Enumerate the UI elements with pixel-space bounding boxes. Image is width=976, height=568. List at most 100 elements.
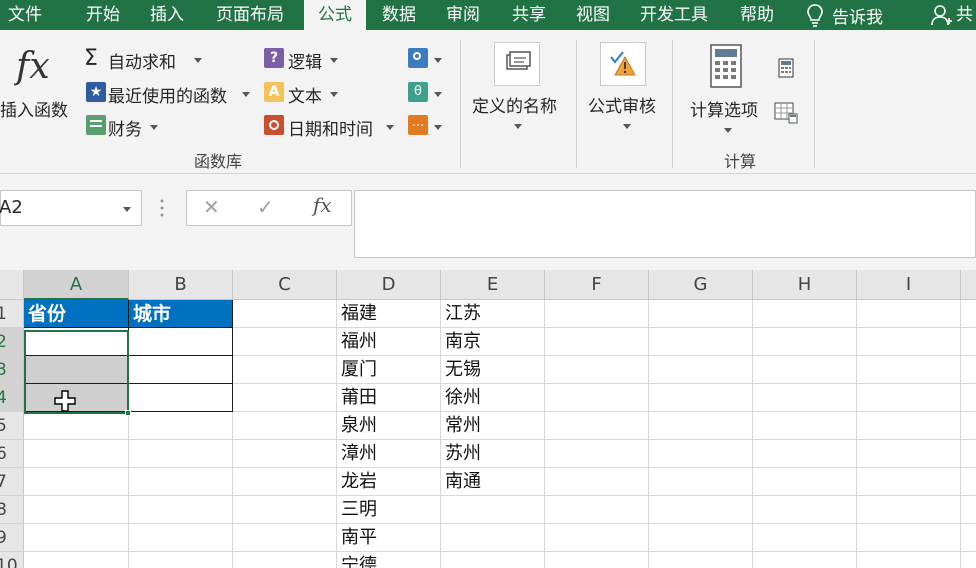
user-icon[interactable]	[930, 3, 952, 27]
cell-f5[interactable]	[545, 412, 649, 440]
cell-d2[interactable]: 福州	[337, 328, 441, 356]
cell-f3[interactable]	[545, 356, 649, 384]
lookup-reference-button[interactable]	[408, 46, 448, 72]
cell-d7[interactable]: 龙岩	[337, 468, 441, 496]
logical-button[interactable]: ? 逻辑	[264, 46, 354, 73]
cell-e10[interactable]	[441, 552, 545, 568]
select-all-corner[interactable]	[0, 270, 24, 300]
cell-c5[interactable]	[233, 412, 337, 440]
autosum-button[interactable]: Σ 自动求和	[84, 46, 214, 73]
cell-a10[interactable]	[24, 552, 129, 568]
cell-a8[interactable]	[24, 496, 129, 524]
column-header-i[interactable]: I	[857, 270, 961, 300]
cell-i6[interactable]	[857, 440, 961, 468]
cell-d8[interactable]: 三明	[337, 496, 441, 524]
splitter-dots-icon[interactable]	[160, 198, 164, 218]
cell-c10[interactable]	[233, 552, 337, 568]
cell-e1[interactable]: 江苏	[441, 300, 545, 328]
cell-h7[interactable]	[753, 468, 857, 496]
cell-d10[interactable]: 宁德	[337, 552, 441, 568]
row-header-6[interactable]: 6	[0, 440, 24, 468]
cell-i4[interactable]	[857, 384, 961, 412]
cell-i8[interactable]	[857, 496, 961, 524]
cell-a5[interactable]	[24, 412, 129, 440]
cell-f7[interactable]	[545, 468, 649, 496]
cell-h9[interactable]	[753, 524, 857, 552]
row-header-8[interactable]: 8	[0, 496, 24, 524]
cell-e8[interactable]	[441, 496, 545, 524]
cell-f4[interactable]	[545, 384, 649, 412]
cell-h3[interactable]	[753, 356, 857, 384]
column-header-b[interactable]: B	[129, 270, 233, 300]
column-header-j[interactable]	[961, 270, 976, 300]
cancel-icon[interactable]: ✕	[203, 195, 220, 219]
cell-j10[interactable]	[961, 552, 976, 568]
cell-g7[interactable]	[649, 468, 753, 496]
tab-review[interactable]: 审阅	[446, 0, 480, 30]
cell-c6[interactable]	[233, 440, 337, 468]
cell-g9[interactable]	[649, 524, 753, 552]
cell-d5[interactable]: 泉州	[337, 412, 441, 440]
cell-f10[interactable]	[545, 552, 649, 568]
cell-e7[interactable]: 南通	[441, 468, 545, 496]
cell-b3[interactable]	[129, 356, 233, 384]
cell-e2[interactable]: 南京	[441, 328, 545, 356]
row-header-3[interactable]: 3	[0, 356, 24, 384]
formula-input[interactable]	[354, 190, 976, 258]
cell-g3[interactable]	[649, 356, 753, 384]
cell-f2[interactable]	[545, 328, 649, 356]
cell-f1[interactable]	[545, 300, 649, 328]
cell-c4[interactable]	[233, 384, 337, 412]
cell-h10[interactable]	[753, 552, 857, 568]
insert-function-button[interactable]: fx 插入函数	[0, 40, 76, 130]
name-box[interactable]: A2	[0, 190, 142, 226]
tab-help[interactable]: 帮助	[740, 0, 774, 30]
cell-i10[interactable]	[857, 552, 961, 568]
tab-view[interactable]: 视图	[576, 0, 610, 30]
cell-e6[interactable]: 苏州	[441, 440, 545, 468]
cell-a1[interactable]: 省份	[24, 300, 129, 328]
cell-j1[interactable]	[961, 300, 976, 328]
cell-d1[interactable]: 福建	[337, 300, 441, 328]
cell-a3[interactable]	[24, 356, 129, 384]
cell-j6[interactable]	[961, 440, 976, 468]
cell-i3[interactable]	[857, 356, 961, 384]
row-header-9[interactable]: 9	[0, 524, 24, 552]
cell-g4[interactable]	[649, 384, 753, 412]
more-functions-button[interactable]: …	[408, 113, 448, 139]
cell-i1[interactable]	[857, 300, 961, 328]
cell-e9[interactable]	[441, 524, 545, 552]
cell-e3[interactable]: 无锡	[441, 356, 545, 384]
column-header-e[interactable]: E	[441, 270, 545, 300]
datetime-button[interactable]: 日期和时间	[264, 113, 396, 140]
share-label[interactable]: 共	[956, 0, 973, 30]
cell-h6[interactable]	[753, 440, 857, 468]
row-header-5[interactable]: 5	[0, 412, 24, 440]
cell-a6[interactable]	[24, 440, 129, 468]
cell-f8[interactable]	[545, 496, 649, 524]
cell-d3[interactable]: 厦门	[337, 356, 441, 384]
financial-button[interactable]: 财务	[84, 113, 174, 140]
column-header-g[interactable]: G	[649, 270, 753, 300]
cell-j4[interactable]	[961, 384, 976, 412]
calc-options-button[interactable]: 计算选项	[686, 40, 770, 140]
cell-i7[interactable]	[857, 468, 961, 496]
cell-d9[interactable]: 南平	[337, 524, 441, 552]
text-button[interactable]: A 文本	[264, 80, 354, 107]
cell-h8[interactable]	[753, 496, 857, 524]
row-header-1[interactable]: 1	[0, 300, 24, 328]
row-header-4[interactable]: 4	[0, 384, 24, 412]
cell-g6[interactable]	[649, 440, 753, 468]
cell-a9[interactable]	[24, 524, 129, 552]
cell-j7[interactable]	[961, 468, 976, 496]
cell-j8[interactable]	[961, 496, 976, 524]
cell-g10[interactable]	[649, 552, 753, 568]
defined-names-button[interactable]: 定义的名称	[468, 40, 568, 140]
cell-b6[interactable]	[129, 440, 233, 468]
cell-c9[interactable]	[233, 524, 337, 552]
math-trig-button[interactable]: θ	[408, 80, 448, 106]
cell-c1[interactable]	[233, 300, 337, 328]
column-header-h[interactable]: H	[753, 270, 857, 300]
cell-f6[interactable]	[545, 440, 649, 468]
cell-c2[interactable]	[233, 328, 337, 356]
